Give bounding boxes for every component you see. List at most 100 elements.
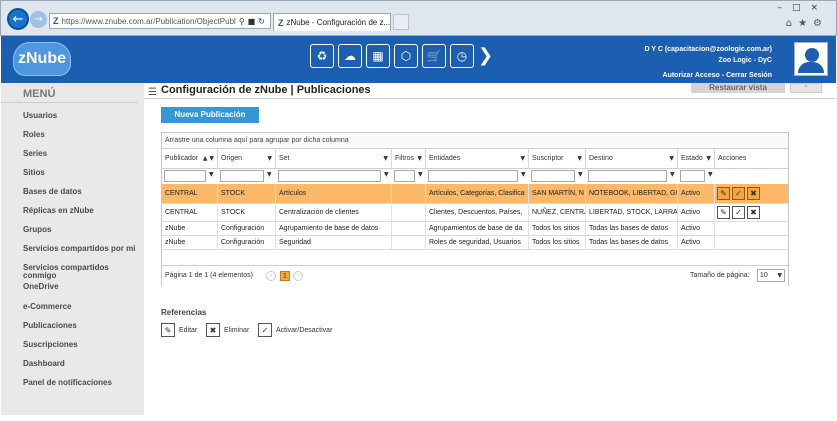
filter-icon[interactable]: ▼ [669,149,674,168]
filter-icon[interactable]: ▼ [706,149,711,168]
filter-dropdown-icon[interactable]: ▼ [578,171,583,178]
browser-tools[interactable]: ⌂★⚙ [786,18,828,29]
tab-favicon-icon: Z [278,17,284,28]
window-controls[interactable]: –□× [777,3,828,13]
restore-view-button[interactable]: Restaurar vista [691,83,785,93]
cell-suscriptor: Todos los sitios [529,222,586,235]
sync-module-icon[interactable]: ♻ [310,44,334,68]
forward-arrow-icon[interactable]: → [30,11,47,28]
filter-icon[interactable]: ▼ [577,149,582,168]
filter-icon[interactable]: ▼ [383,149,388,168]
sidebar-item-publicaciones[interactable]: Publicaciones [23,322,77,330]
chevron-up-icon[interactable]: ⌃ [790,83,822,93]
sites-module-icon[interactable]: ▦ [366,44,390,68]
hamburger-menu-icon[interactable]: ☰ [148,87,157,98]
clock-module-icon[interactable]: ◷ [450,44,474,68]
filter-input-suscriptor[interactable] [531,170,575,182]
filter-dropdown-icon[interactable]: ▼ [670,171,675,178]
col-header-filtros[interactable]: Filtros ▼ [392,149,426,169]
filter-input-destino[interactable] [588,170,667,182]
avatar[interactable] [794,42,828,76]
back-arrow-icon[interactable]: ← [7,8,29,30]
row-actions [715,236,788,249]
col-header-entidades[interactable]: Entidades ▼ [426,149,529,169]
browser-tab[interactable]: Z zNube - Configuración de z... × [273,13,391,31]
sidebar-item-dashboard[interactable]: Dashboard [23,360,65,368]
sort-filter-icon[interactable]: ▲ ▼ [203,149,214,168]
delete-icon[interactable]: ✖ [747,206,760,219]
sidebar-item-suscripciones[interactable]: Suscripciones [23,341,78,349]
filter-dropdown-icon[interactable]: ▼ [521,171,526,178]
home-icon[interactable]: ⌂ [786,18,798,29]
filter-dropdown-icon[interactable]: ▼ [708,171,713,178]
filter-input-filtros[interactable] [394,170,415,182]
sidebar-item-sitios[interactable]: Sitios [23,169,45,177]
filter-input-origen[interactable] [220,170,264,182]
filter-dropdown-icon[interactable]: ▼ [418,171,423,178]
sidebar-item-roles[interactable]: Roles [23,131,45,139]
authorize-access-link[interactable]: Autorizar Acceso [663,72,720,79]
filter-input-estado[interactable] [680,170,705,182]
sidebar-item-onedrive[interactable]: OneDrive [23,283,59,291]
filter-input-set[interactable] [278,170,381,182]
avatar-body-icon [798,62,824,73]
col-header-destino[interactable]: Destino ▼ [586,149,678,169]
cell-set: Centralización de clientes [276,204,392,221]
filter-input-publicador[interactable] [164,170,206,182]
filter-dropdown-icon[interactable]: ▼ [209,171,214,178]
address-bar[interactable]: Z https://www.znube.com.ar/Publication/O… [49,13,271,29]
col-header-set[interactable]: Set ▼ [276,149,392,169]
sidebar-item-series[interactable]: Series [23,150,47,158]
cart-module-icon[interactable]: 🛒 [422,44,446,68]
toggle-active-icon[interactable]: ✓ [732,206,745,219]
znube-logo[interactable]: zNube [13,42,71,76]
new-publication-button[interactable]: Nueva Publicación [161,107,259,123]
col-header-acciones: Acciones [715,149,788,169]
sidebar-item-notificaciones[interactable]: Panel de notificaciones [23,379,112,387]
new-tab-button[interactable] [393,14,409,30]
delete-icon[interactable]: ✖ [747,187,760,200]
table-row[interactable]: zNube Configuración Seguridad Roles de s… [162,236,788,250]
prev-page-icon[interactable]: ‹ [266,271,276,281]
settings-gear-icon[interactable]: ⚙ [813,18,828,29]
page-number-button[interactable]: 1 [280,271,290,281]
favorites-star-icon[interactable]: ★ [798,18,813,29]
filter-icon[interactable]: ▼ [417,149,422,168]
next-page-icon[interactable]: › [293,271,303,281]
refresh-icon[interactable]: ↻ [258,17,265,26]
sidebar-item-servicios-conmigo[interactable]: Servicios compartidos conmigo [23,264,118,280]
edit-icon[interactable]: ✎ [717,206,730,219]
cloud-module-icon[interactable]: ☁ [338,44,362,68]
filter-icon[interactable]: ▼ [520,149,525,168]
delete-icon: ✖ [206,323,220,337]
cell-filtros [392,204,426,221]
sidebar-item-servicios-por-mi[interactable]: Servicios compartidos por mi [23,245,144,253]
sidebar-item-usuarios[interactable]: Usuarios [23,112,57,120]
address-text: https://www.znube.com.ar/Publication/Obj… [61,16,236,26]
sidebar-item-grupos[interactable]: Grupos [23,226,51,234]
table-row[interactable]: CENTRAL STOCK Centralización de clientes… [162,204,788,222]
logout-link[interactable]: Cerrar Sesión [726,72,772,79]
col-header-estado[interactable]: Estado ▼ [678,149,715,169]
table-row[interactable]: CENTRAL STOCK Artículos Artículos, Categ… [162,184,788,204]
col-header-origen[interactable]: Origen ▼ [218,149,276,169]
filter-icon[interactable]: ▼ [267,149,272,168]
sidebar-item-replicas[interactable]: Réplicas en zNube [23,207,94,215]
chevron-right-icon[interactable]: ❯ [478,44,493,68]
tab-title: zNube - Configuración de z... [286,18,391,27]
search-icon[interactable]: ⚲ [239,17,245,26]
table-row[interactable]: zNube Configuración Agrupamiento de base… [162,222,788,236]
col-header-suscriptor[interactable]: Suscriptor ▼ [529,149,586,169]
page-size-select[interactable]: 10 ▼ [757,269,785,282]
edit-icon[interactable]: ✎ [717,187,730,200]
cell-entidades: Artículos, Categorías, Clasifica [426,184,529,203]
col-header-publicador[interactable]: Publicador ▲ ▼ [162,149,218,169]
sidebar-item-ecommerce[interactable]: e-Commerce [23,303,71,311]
group-panel[interactable]: Arrastre una columna aquí para agrupar p… [162,133,788,149]
toggle-active-icon[interactable]: ✓ [732,187,745,200]
filter-input-entidades[interactable] [428,170,518,182]
box-module-icon[interactable]: ⬡ [394,44,418,68]
filter-dropdown-icon[interactable]: ▼ [267,171,272,178]
sidebar-item-bases-de-datos[interactable]: Bases de datos [23,188,82,196]
filter-dropdown-icon[interactable]: ▼ [384,171,389,178]
